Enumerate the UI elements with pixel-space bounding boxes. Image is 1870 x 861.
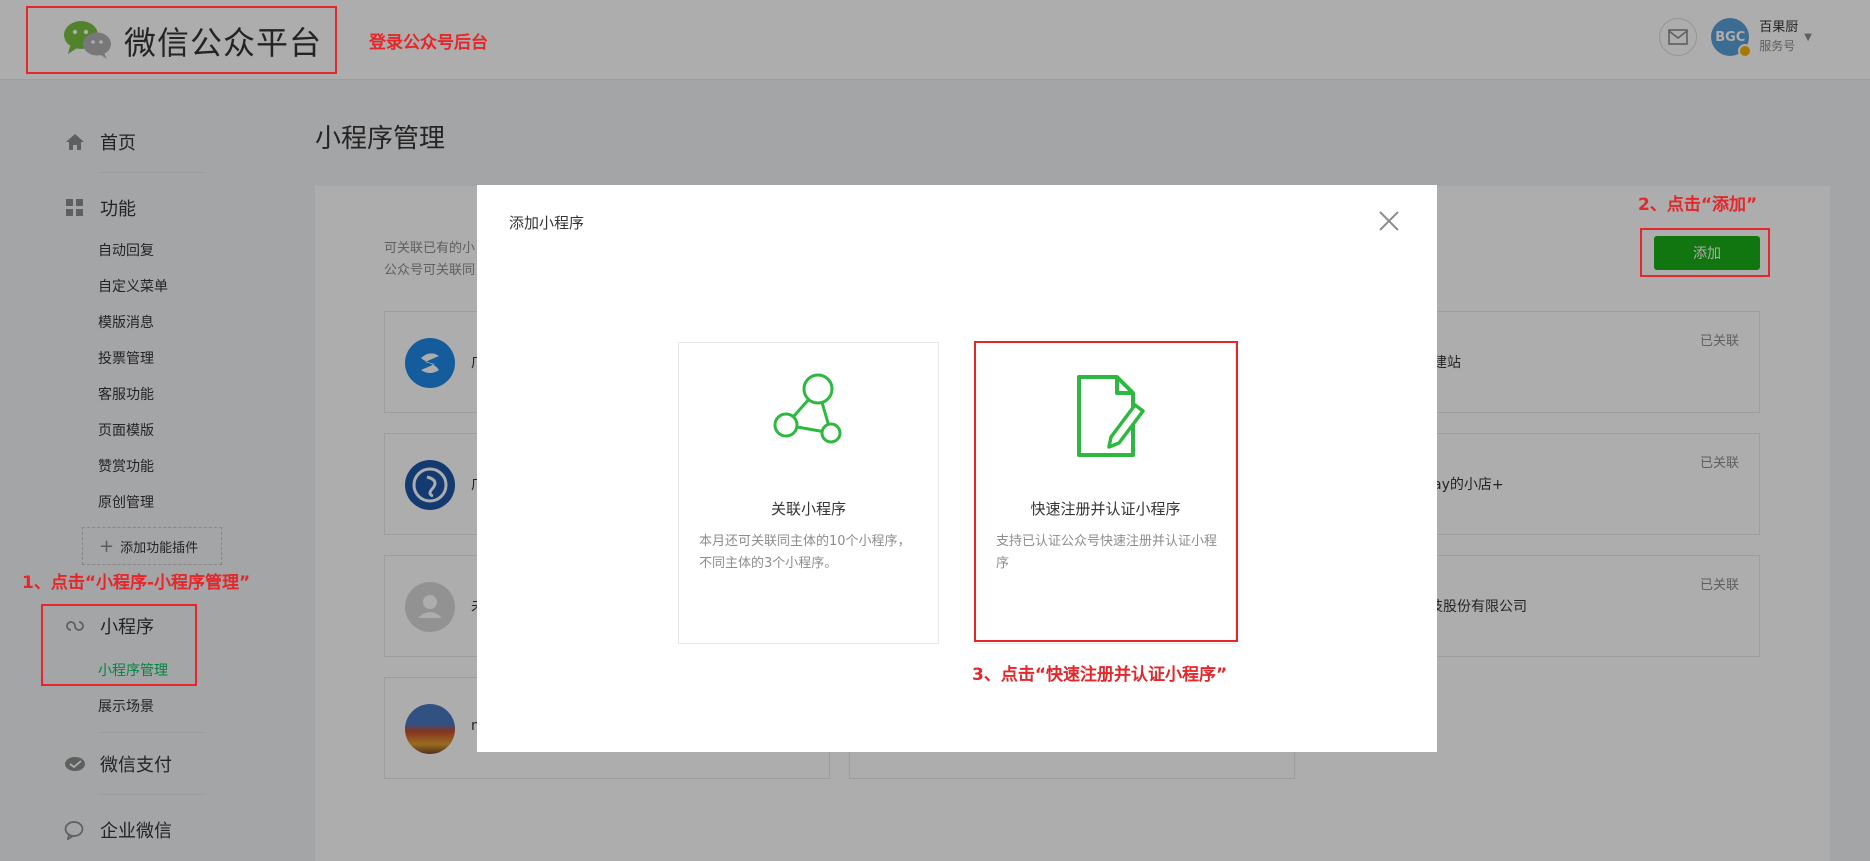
link-miniprogram-option[interactable]: 关联小程序 本月还可关联同主体的10个小程序，不同主体的3个小程序。 bbox=[678, 342, 939, 644]
annotation-step1: 1、点击“小程序-小程序管理” bbox=[22, 573, 251, 593]
annotation-login: 登录公众号后台 bbox=[369, 33, 488, 53]
annotation-box-register bbox=[974, 341, 1238, 642]
annotation-box-add bbox=[1640, 228, 1770, 277]
option-description: 本月还可关联同主体的10个小程序，不同主体的3个小程序。 bbox=[699, 534, 911, 571]
dialog-title: 添加小程序 bbox=[509, 214, 585, 232]
link-nodes-icon bbox=[679, 371, 938, 461]
option-title: 关联小程序 bbox=[770, 500, 846, 518]
close-icon[interactable] bbox=[1377, 209, 1401, 233]
annotation-box-logo bbox=[26, 6, 337, 74]
annotation-step3: 3、点击“快速注册并认证小程序” bbox=[972, 665, 1228, 685]
add-miniprogram-dialog: 添加小程序 关联小程序 本月还可关联同主体的10个小程序，不同主体的3个小程序。 bbox=[477, 185, 1437, 752]
annotation-step2: 2、点击“添加” bbox=[1638, 195, 1758, 215]
annotation-box-miniprogram bbox=[41, 604, 197, 686]
